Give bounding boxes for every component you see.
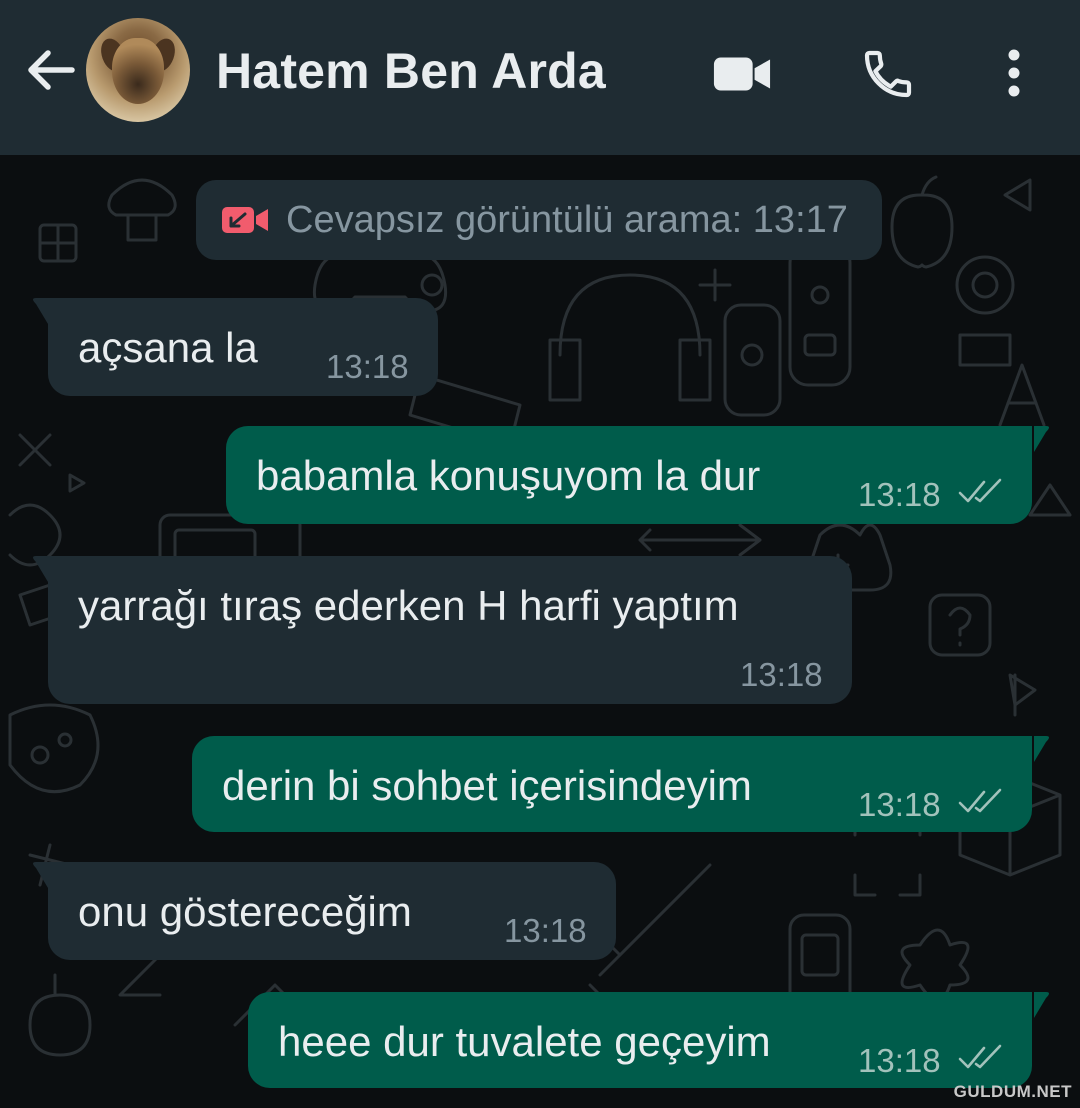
read-receipt-icon [958,788,1002,813]
voice-call-button[interactable] [858,44,918,104]
message-text: yarrağı tıraş ederken H harfi yaptım [78,582,739,629]
watermark: GULDUM.NET [953,1082,1072,1101]
missed-call-notice[interactable]: Cevapsız görüntülü arama: 13:17 [196,180,882,260]
missed-video-call-icon [222,207,268,233]
more-options-button[interactable] [984,44,1044,104]
message-time: 13:18 [858,1042,941,1079]
outgoing-message[interactable]: babamla konuşuyom la dur 13:18 [226,426,1049,524]
outgoing-message[interactable]: derin bi sohbet içerisindeyim 13:18 [192,736,1049,832]
message-time: 13:18 [326,348,409,385]
chat-header: Hatem Ben Arda [0,0,1080,155]
incoming-message[interactable]: onu göstereceğim 13:18 [33,862,616,960]
read-receipt-icon [958,1044,1002,1069]
video-call-button[interactable] [712,44,772,104]
bubble-tail [33,556,62,582]
bubble-tail [33,862,62,888]
contact-avatar[interactable] [86,18,190,122]
read-receipt-icon [958,478,1002,503]
message-text: babamla konuşuyom la dur [256,452,761,499]
bubble-tail [33,298,62,324]
incoming-message[interactable]: yarrağı tıraş ederken H harfi yaptım 13:… [33,556,852,704]
more-vertical-icon [1008,49,1020,97]
message-text: onu göstereceğim [78,888,412,935]
message-text: açsana la [78,324,258,371]
phone-icon [864,50,912,98]
back-button[interactable] [20,40,80,100]
bubble-tail [1020,426,1049,452]
avatar-dog-face [112,38,164,104]
message-time: 13:18 [504,912,587,949]
message-text: heee dur tuvalete geçeyim [278,1018,771,1065]
message-time: 13:18 [740,656,823,693]
message-time: 13:18 [858,476,941,513]
message-text: derin bi sohbet içerisindeyim [222,762,752,809]
bubble-tail [1020,992,1049,1018]
outgoing-message[interactable]: heee dur tuvalete geçeyim 13:18 [248,992,1049,1088]
bubble-tail [1020,736,1049,762]
incoming-message[interactable]: açsana la 13:18 [33,298,438,396]
contact-name[interactable]: Hatem Ben Arda [216,42,606,100]
arrow-left-icon [28,50,75,90]
message-time: 13:18 [858,786,941,823]
video-camera-icon [713,57,771,91]
missed-call-text: Cevapsız görüntülü arama: 13:17 [286,198,848,241]
